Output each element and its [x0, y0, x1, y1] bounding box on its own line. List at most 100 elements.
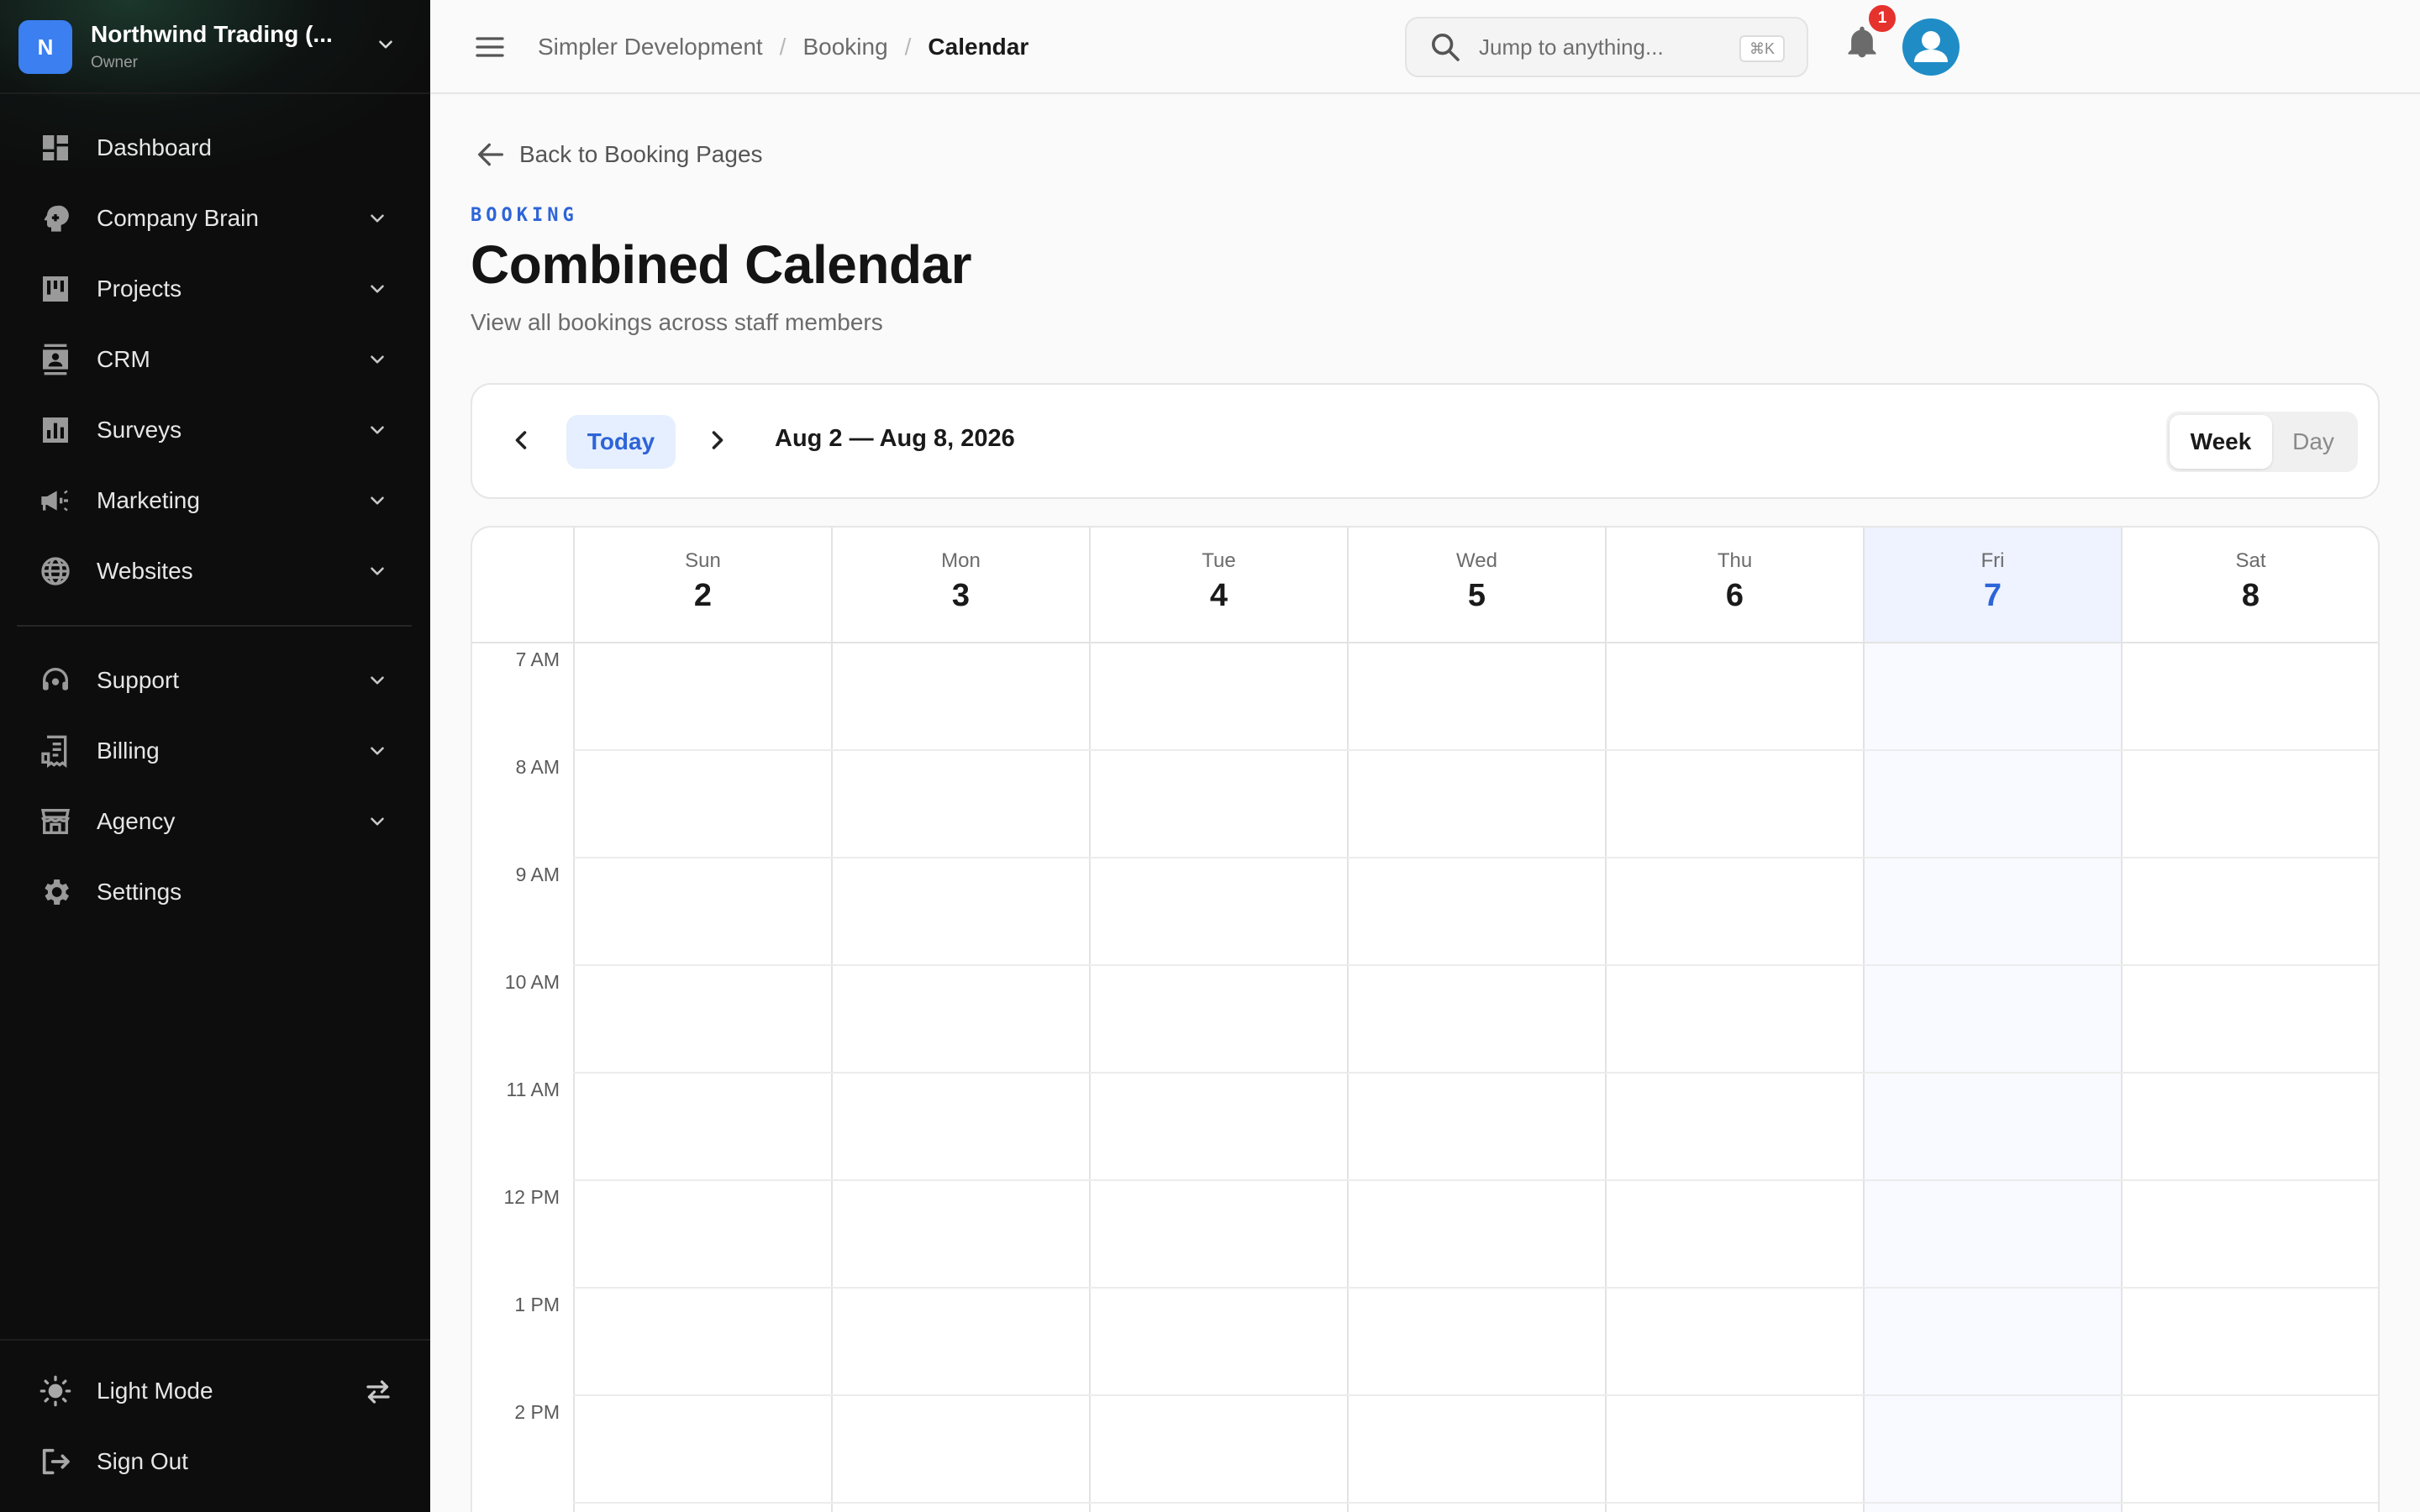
day-of-month: 6	[1725, 578, 1744, 613]
swap-icon	[363, 1377, 393, 1407]
date-range-label: Aug 2 — Aug 8, 2026	[775, 425, 1015, 452]
day-header-thu: Thu 6	[1605, 528, 1863, 642]
sidebar-item-label: Support	[97, 667, 180, 693]
search-input[interactable]: Jump to anything... ⌘K	[1405, 17, 1808, 77]
page-subtitle: View all bookings across staff members	[471, 309, 883, 335]
sidebar-item-billing[interactable]: Billing	[17, 721, 413, 781]
sidebar-item-label: Settings	[97, 879, 182, 905]
hour-line	[573, 1179, 2378, 1181]
day-of-week: Tue	[1202, 549, 1236, 572]
hour-line	[573, 1502, 2378, 1504]
page-eyebrow: BOOKING	[471, 205, 578, 226]
menu-toggle-button[interactable]	[471, 29, 509, 66]
chevron-down-icon	[365, 809, 390, 834]
time-label: 12 PM	[503, 1186, 560, 1208]
chevron-down-icon	[365, 417, 390, 443]
back-link[interactable]: Back to Booking Pages	[474, 138, 763, 171]
sidebar-item-crm[interactable]: CRM	[17, 329, 413, 390]
chevron-down-icon	[365, 668, 390, 693]
next-week-button[interactable]	[699, 422, 736, 459]
breadcrumb: Simpler Development / Booking / Calendar	[538, 30, 1028, 64]
breadcrumb-item[interactable]: Simpler Development	[538, 34, 763, 60]
calendar-toolbar: Today Aug 2 — Aug 8, 2026 Week Day	[471, 383, 2380, 499]
headset-icon	[39, 664, 72, 697]
day-of-week: Sun	[685, 549, 721, 572]
day-of-week: Sat	[2235, 549, 2266, 572]
sidebar-item-label: Dashboard	[97, 134, 212, 160]
sidebar-item-dashboard[interactable]: Dashboard	[17, 118, 413, 178]
storefront-icon	[39, 805, 72, 838]
calendar-header: Sun 2 Mon 3 Tue 4 Wed 5 Thu 6 Fri 7 Sat …	[472, 528, 2378, 643]
sidebar: N Northwind Trading (... Owner Dashboard…	[0, 0, 430, 1512]
time-label: 7 AM	[515, 648, 560, 670]
chevron-down-icon	[365, 559, 390, 584]
sidebar-item-company-brain[interactable]: Company Brain	[17, 188, 413, 249]
sun-icon	[39, 1374, 72, 1408]
day-of-month: 5	[1467, 578, 1486, 613]
time-label: 9 AM	[515, 864, 560, 885]
day-column[interactable]	[2121, 643, 2378, 1512]
previous-week-button[interactable]	[502, 422, 539, 459]
day-header-sat: Sat 8	[2121, 528, 2378, 642]
view-toggle: Week Day	[2166, 412, 2358, 472]
theme-toggle[interactable]: Light Mode	[17, 1361, 413, 1421]
sidebar-item-websites[interactable]: Websites	[17, 541, 413, 601]
receipt-icon	[39, 734, 72, 768]
breadcrumb-item[interactable]: Booking	[802, 34, 887, 60]
day-header-tue: Tue 4	[1089, 528, 1347, 642]
week-calendar: Sun 2 Mon 3 Tue 4 Wed 5 Thu 6 Fri 7 Sat …	[471, 526, 2380, 1512]
view-day-button[interactable]: Day	[2272, 415, 2354, 469]
chevron-right-icon	[712, 431, 723, 449]
day-header-mon: Mon 3	[831, 528, 1089, 642]
view-week-button[interactable]: Week	[2170, 415, 2272, 469]
shortcut-hint: ⌘K	[1739, 35, 1785, 62]
day-column[interactable]	[1347, 643, 1605, 1512]
divider	[17, 625, 412, 627]
day-of-week: Mon	[941, 549, 981, 572]
day-of-week: Thu	[1717, 549, 1753, 572]
sidebar-item-projects[interactable]: Projects	[17, 259, 413, 319]
day-of-month: 4	[1209, 578, 1228, 613]
day-of-month: 8	[2241, 578, 2260, 613]
day-of-week: Fri	[1981, 549, 2005, 572]
sidebar-item-surveys[interactable]: Surveys	[17, 400, 413, 460]
user-icon	[1914, 31, 1948, 62]
contacts-icon	[39, 343, 72, 376]
sidebar-item-agency[interactable]: Agency	[17, 791, 413, 852]
today-button[interactable]: Today	[566, 415, 676, 469]
hour-line	[573, 1394, 2378, 1396]
hour-line	[573, 1287, 2378, 1289]
day-of-month: 2	[693, 578, 713, 613]
sidebar-item-label: Surveys	[97, 417, 182, 443]
sign-out-label: Sign Out	[97, 1448, 188, 1474]
sign-out-button[interactable]: Sign Out	[17, 1431, 413, 1492]
day-of-month: 3	[951, 578, 971, 613]
avatar[interactable]	[1902, 18, 1960, 76]
hour-line	[573, 1072, 2378, 1074]
day-column-today[interactable]	[1863, 643, 2121, 1512]
day-column[interactable]	[831, 643, 1089, 1512]
sidebar-item-support[interactable]: Support	[17, 650, 413, 711]
day-header-fri: Fri 7	[1863, 528, 2121, 642]
sidebar-item-label: Websites	[97, 558, 193, 584]
sidebar-item-marketing[interactable]: Marketing	[17, 470, 413, 531]
time-grid: 7 AM 8 AM 9 AM 10 AM 11 AM 12 PM 1 PM 2 …	[472, 643, 2378, 1512]
chevron-down-icon	[365, 206, 390, 231]
sidebar-item-label: CRM	[97, 346, 150, 372]
page-title: Combined Calendar	[471, 234, 972, 295]
sidebar-item-label: Company Brain	[97, 205, 259, 231]
day-header-sun: Sun 2	[573, 528, 831, 642]
breadcrumb-current: Calendar	[928, 34, 1029, 60]
breadcrumb-separator: /	[779, 34, 786, 60]
search-icon	[1432, 34, 1460, 61]
theme-toggle-label: Light Mode	[97, 1378, 213, 1404]
day-column[interactable]	[1089, 643, 1347, 1512]
gear-icon	[39, 875, 72, 909]
time-label: 1 PM	[514, 1294, 560, 1315]
day-column[interactable]	[573, 643, 831, 1512]
sidebar-item-label: Projects	[97, 276, 182, 302]
divider	[0, 1339, 430, 1341]
sidebar-item-settings[interactable]: Settings	[17, 862, 413, 922]
day-column[interactable]	[1605, 643, 1863, 1512]
sidebar-item-label: Marketing	[97, 487, 200, 513]
